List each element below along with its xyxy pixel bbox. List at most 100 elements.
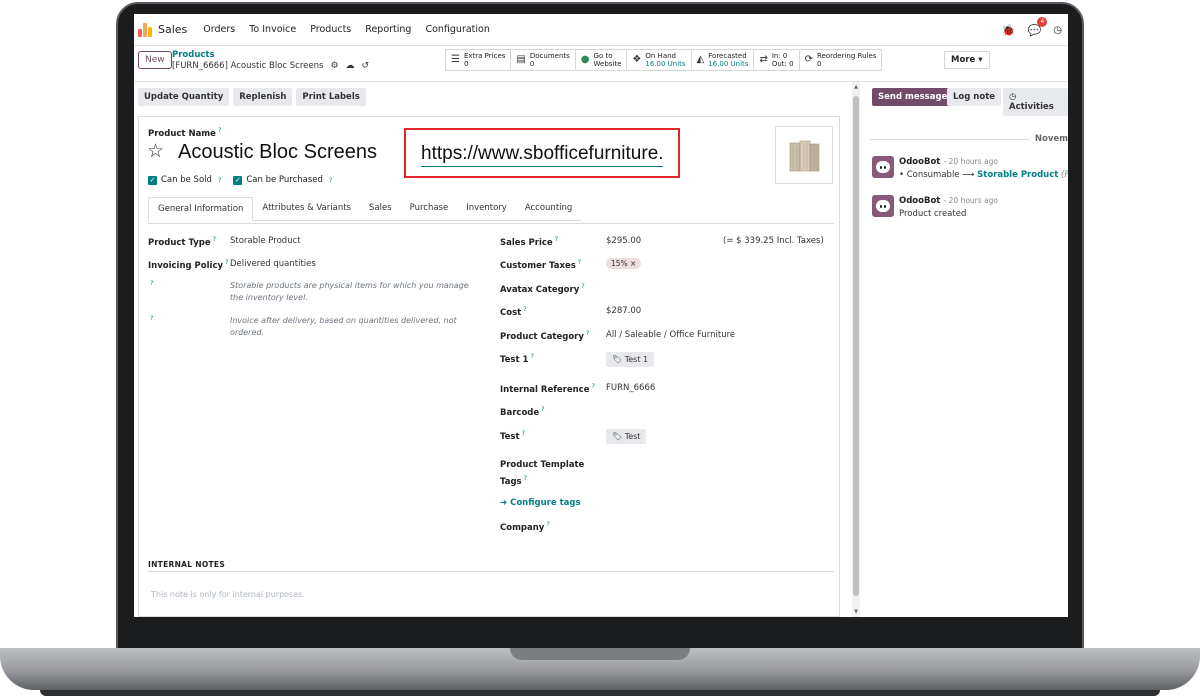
can-be-purchased-label: Can be Purchased bbox=[246, 175, 323, 185]
menu-to-invoice[interactable]: To Invoice bbox=[249, 24, 296, 35]
on-hand-button[interactable]: ❖ On Hand 16.00 Units bbox=[627, 50, 692, 70]
stat-label: Extra Prices bbox=[463, 52, 506, 60]
odoobot-avatar[interactable] bbox=[872, 156, 894, 178]
cubes-icon: ❖ bbox=[632, 54, 642, 65]
url-field[interactable]: https://www.sbofficefurniture.com/acoust… bbox=[421, 142, 663, 167]
tab-attributes-variants[interactable]: Attributes & Variants bbox=[253, 197, 360, 221]
activities-button[interactable]: ◷ Activities bbox=[1003, 88, 1068, 116]
customer-tax-tag[interactable]: 15% × bbox=[606, 258, 642, 269]
scroll-down-icon[interactable]: ▼ bbox=[852, 609, 860, 615]
forecasted-button[interactable]: ◭ Forecasted 16.00 Units bbox=[692, 50, 755, 70]
gear-icon[interactable]: ⚙ bbox=[330, 61, 338, 71]
menu-configuration[interactable]: Configuration bbox=[425, 24, 489, 35]
sales-price-field[interactable]: $295.00 bbox=[606, 236, 641, 246]
tab-accounting[interactable]: Accounting bbox=[515, 197, 582, 221]
avatax-category-label: Avatax Category? bbox=[500, 282, 585, 295]
customer-taxes-label: Customer Taxes? bbox=[500, 258, 582, 271]
company-label: Company? bbox=[500, 520, 550, 533]
product-image[interactable] bbox=[775, 126, 833, 184]
new-button[interactable]: New bbox=[138, 51, 172, 69]
documents-button[interactable]: ▤ Documents 0 bbox=[511, 50, 576, 70]
tab-purchase[interactable]: Purchase bbox=[400, 197, 458, 221]
invoicing-policy-field[interactable]: Delivered quantities bbox=[230, 259, 316, 269]
log-note-button[interactable]: Log note bbox=[947, 88, 1002, 106]
sale-purchase-checkboxes: ✓ Can be Sold? ✓ Can be Purchased? bbox=[148, 175, 332, 185]
message-body: Product created bbox=[899, 209, 967, 219]
product-name-label: Product Name? bbox=[148, 126, 222, 139]
reordering-rules-button[interactable]: ⟳ Reordering Rules 0 bbox=[800, 50, 882, 70]
internal-reference-field[interactable]: FURN_6666 bbox=[606, 383, 655, 393]
can-be-purchased-checkbox[interactable]: ✓ Can be Purchased? bbox=[233, 175, 332, 185]
tab-general-information[interactable]: General Information bbox=[148, 197, 254, 221]
test1-tag-label: Test 1 bbox=[624, 355, 649, 364]
message-author[interactable]: OdooBot bbox=[899, 196, 940, 206]
test1-tag[interactable]: 🏷 Test 1 bbox=[606, 352, 655, 367]
scroll-thumb[interactable] bbox=[853, 96, 859, 596]
globe-icon: ● bbox=[580, 54, 590, 65]
bug-icon[interactable]: 🐞 bbox=[1002, 24, 1016, 37]
record-title-row: [FURN_6666] Acoustic Bloc Screens ⚙ ☁ ↺ bbox=[172, 61, 369, 71]
replenish-button[interactable]: Replenish bbox=[233, 88, 293, 106]
product-type-help: Storable products are physical items for… bbox=[230, 281, 469, 302]
more-label: More bbox=[951, 55, 976, 65]
in-out-button[interactable]: ⇄ In: 0 Out: 0 bbox=[754, 50, 800, 70]
stat-label: Documents bbox=[529, 52, 570, 60]
form-scrollbar[interactable]: ▲ ▼ bbox=[852, 82, 860, 617]
breadcrumb-products[interactable]: Products bbox=[172, 50, 215, 60]
more-button[interactable]: More ▾ bbox=[944, 51, 990, 69]
website-button[interactable]: ● Go to Website bbox=[576, 50, 628, 70]
can-be-sold-checkbox[interactable]: ✓ Can be Sold? bbox=[148, 175, 221, 185]
menu-orders[interactable]: Orders bbox=[203, 24, 235, 35]
print-labels-button[interactable]: Print Labels bbox=[296, 88, 366, 106]
message-body: • Consumable ⟶ Storable Product (P bbox=[899, 170, 1068, 180]
configure-tags-label: Configure tags bbox=[510, 498, 581, 508]
test1-label: Test 1? bbox=[500, 352, 534, 365]
send-message-button[interactable]: Send message bbox=[872, 88, 954, 106]
extra-prices-button[interactable]: ☰ Extra Prices 0 bbox=[446, 50, 512, 70]
tracking-old-value: Consumable bbox=[906, 170, 960, 180]
chatter-message: OdooBot - 20 hours ago Product created bbox=[872, 195, 998, 219]
tab-sales[interactable]: Sales bbox=[359, 197, 401, 221]
cost-label: Cost? bbox=[500, 305, 527, 318]
message-time: - 20 hours ago bbox=[943, 157, 998, 166]
stat-label: Reordering Rules bbox=[816, 52, 877, 60]
stat-value: Website bbox=[593, 60, 622, 68]
tab-inventory[interactable]: Inventory bbox=[457, 197, 516, 221]
invoicing-policy-label: Invoicing Policy? bbox=[148, 258, 229, 271]
tag-icon: 🏷 bbox=[612, 432, 623, 441]
message-author[interactable]: OdooBot bbox=[899, 157, 940, 167]
test-tag-label: Test bbox=[624, 432, 641, 441]
update-quantity-button[interactable]: Update Quantity bbox=[138, 88, 230, 106]
menu-products[interactable]: Products bbox=[310, 24, 351, 35]
product-category-field[interactable]: All / Saleable / Office Furniture bbox=[606, 330, 735, 340]
stat-label: Forecasted bbox=[708, 52, 747, 60]
stat-value: 16.00 Units bbox=[645, 60, 686, 68]
chat-count-badge: 4 bbox=[1037, 16, 1048, 27]
form-sheet: Product Name? ☆ Acoustic Bloc Screens ht… bbox=[138, 116, 840, 617]
arrow-right-icon: ⟶ bbox=[962, 170, 975, 180]
product-template-tags-label: Product Template Tags? bbox=[500, 460, 585, 487]
product-name-field[interactable]: Acoustic Bloc Screens bbox=[178, 141, 377, 164]
cost-field[interactable]: $287.00 bbox=[606, 306, 641, 316]
internal-notes-divider bbox=[148, 571, 834, 572]
test-tag[interactable]: 🏷 Test bbox=[606, 429, 647, 444]
refresh-icon: ⟳ bbox=[804, 54, 813, 65]
exchange-icon: ⇄ bbox=[759, 54, 768, 65]
screen: Sales Orders To Invoice Products Reporti… bbox=[134, 14, 1068, 617]
product-category-label: Product Category? bbox=[500, 329, 590, 342]
configure-tags-link[interactable]: ➜ Configure tags bbox=[500, 498, 581, 508]
scroll-up-icon[interactable]: ▲ bbox=[852, 84, 860, 90]
product-type-field[interactable]: Storable Product bbox=[230, 236, 301, 246]
internal-notes-field[interactable]: This note is only for internal purposes. bbox=[151, 590, 305, 599]
app-name[interactable]: Sales bbox=[158, 23, 187, 36]
odoobot-avatar[interactable] bbox=[872, 195, 894, 217]
sales-app-icon[interactable] bbox=[138, 22, 152, 37]
star-icon[interactable]: ☆ bbox=[147, 140, 164, 162]
clock-icon[interactable]: ◷ bbox=[1053, 25, 1062, 36]
cloud-upload-icon[interactable]: ☁ bbox=[346, 61, 355, 71]
menu-reporting[interactable]: Reporting bbox=[365, 24, 411, 35]
help-icon: ? bbox=[150, 279, 154, 287]
discard-icon[interactable]: ↺ bbox=[362, 61, 370, 71]
incl-taxes-text: (= $ 339.25 Incl. Taxes) bbox=[723, 236, 824, 246]
chat-icon[interactable]: 💬 4 bbox=[1028, 16, 1048, 37]
